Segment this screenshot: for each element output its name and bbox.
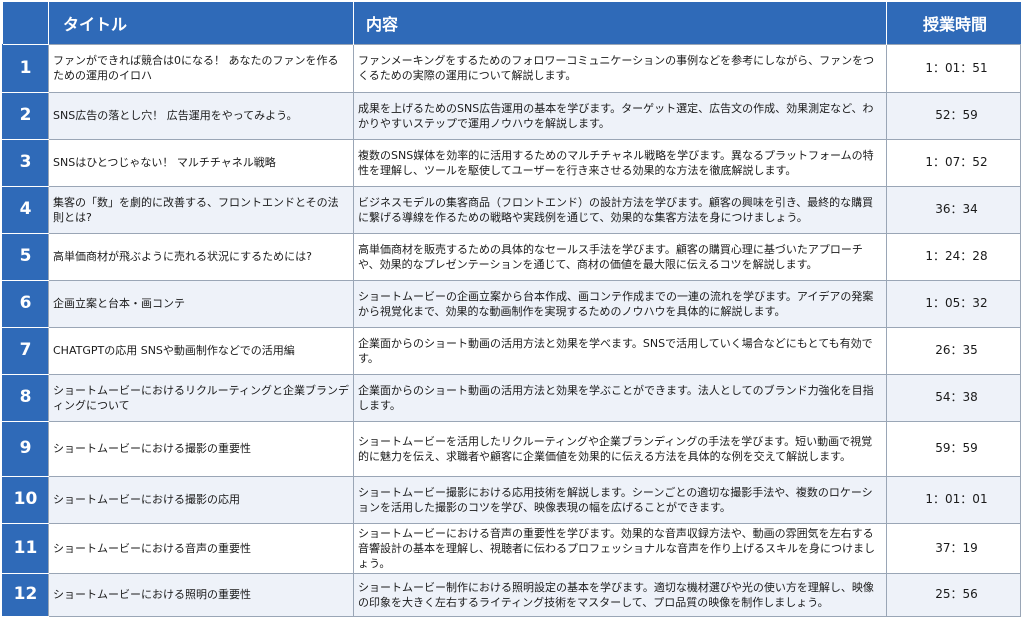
row-content: ビジネスモデルの集客商品（フロントエンド）の設計方法を学びます。顧客の興味を引き… — [353, 185, 887, 234]
header-duration: 授業時間 — [886, 2, 1021, 44]
row-title: SNSはひとつじゃない！ マルチチャネル戦略 — [48, 138, 354, 187]
row-title: ショートムービーにおける撮影の応用 — [48, 475, 354, 524]
row-duration: 36：34 — [886, 185, 1021, 234]
row-duration: 1：01：01 — [886, 475, 1021, 524]
row-title: 高単価商材が飛ぶように売れる状況にするためには? — [48, 232, 354, 281]
course-table: タイトル 内容 授業時間 1 ファンができれば競合は0になる！ あなたのファンを作… — [2, 2, 1021, 617]
row-duration: 26：35 — [886, 326, 1021, 375]
row-number: 6 — [2, 279, 49, 328]
table-row: 9 ショートムービーにおける撮影の重要性 ショートムービーを活用したリクルーティング… — [2, 420, 1021, 477]
row-title: CHATGPTの応用 SNSや動画制作などでの活用編 — [48, 326, 354, 375]
row-duration: 37：19 — [886, 522, 1021, 574]
row-duration: 1：05：32 — [886, 279, 1021, 328]
row-title: 企画立案と台本・画コンテ — [48, 279, 354, 328]
table-row: 5 高単価商材が飛ぶように売れる状況にするためには? 高単価商材を販売するための具体… — [2, 232, 1021, 281]
row-number: 5 — [2, 232, 49, 281]
table-header-row: タイトル 内容 授業時間 — [2, 2, 1021, 44]
row-content: ショートムービーにおける音声の重要性を学びます。効果的な音声収録方法や、動画の雰… — [353, 522, 887, 574]
row-title: ショートムービーにおける撮影の重要性 — [48, 420, 354, 477]
table-row: 3 SNSはひとつじゃない！ マルチチャネル戦略 複数のSNS媒体を効率的に活用する… — [2, 138, 1021, 187]
row-number: 1 — [2, 43, 49, 93]
header-content: 内容 — [353, 2, 887, 44]
row-content: ショートムービーを活用したリクルーティングや企業ブランディングの手法を学びます。… — [353, 420, 887, 477]
table-body: 1 ファンができれば競合は0になる！ あなたのファンを作るための運用のイロハ ファン… — [2, 43, 1021, 617]
row-content: ファンメーキングをするためのフォロワーコミュニケーションの事例などを参考にしなが… — [353, 43, 887, 93]
row-number: 12 — [2, 572, 49, 617]
table-row: 4 集客の「数」を劇的に改善する、フロントエンドとその法則とは? ビジネスモデルの集… — [2, 185, 1021, 234]
table-row: 7 CHATGPTの応用 SNSや動画制作などでの活用編 企業面からのショート動画の… — [2, 326, 1021, 375]
row-number: 10 — [2, 475, 49, 524]
table-row: 2 SNS広告の落とし穴！ 広告運用をやってみよう。 成果を上げるためのSNS広告運… — [2, 91, 1021, 140]
table-row: 6 企画立案と台本・画コンテ ショートムービーの企画立案から台本作成、画コンテ作成ま… — [2, 279, 1021, 328]
row-number: 4 — [2, 185, 49, 234]
header-title: タイトル — [48, 2, 354, 44]
row-title: SNS広告の落とし穴！ 広告運用をやってみよう。 — [48, 91, 354, 140]
row-content: 企業面からのショート動画の活用方法と効果を学べます。SNSで活用していく場合など… — [353, 326, 887, 375]
header-number-cell — [2, 2, 49, 44]
table-row: 12 ショートムービーにおける照明の重要性 ショートムービー制作における照明設定の基… — [2, 572, 1021, 617]
row-title: 集客の「数」を劇的に改善する、フロントエンドとその法則とは? — [48, 185, 354, 234]
row-title: ショートムービーにおける音声の重要性 — [48, 522, 354, 574]
row-duration: 54：38 — [886, 373, 1021, 422]
row-duration: 59：59 — [886, 420, 1021, 477]
row-duration: 52：59 — [886, 91, 1021, 140]
row-number: 7 — [2, 326, 49, 375]
row-content: 複数のSNS媒体を効率的に活用するためのマルチチャネル戦略を学びます。異なるプラ… — [353, 138, 887, 187]
row-number: 3 — [2, 138, 49, 187]
row-content: ショートムービー撮影における応用技術を解説します。シーンごとの適切な撮影手法や、… — [353, 475, 887, 524]
table-row: 8 ショートムービーにおけるリクルーティングと企業ブランディングについて 企業面から… — [2, 373, 1021, 422]
row-number: 8 — [2, 373, 49, 422]
row-duration: 1：24：28 — [886, 232, 1021, 281]
row-number: 11 — [2, 522, 49, 574]
row-duration: 25：56 — [886, 572, 1021, 617]
row-title: ショートムービーにおけるリクルーティングと企業ブランディングについて — [48, 373, 354, 422]
table-row: 1 ファンができれば競合は0になる！ あなたのファンを作るための運用のイロハ ファン… — [2, 43, 1021, 93]
row-duration: 1：07：52 — [886, 138, 1021, 187]
table-row: 10 ショートムービーにおける撮影の応用 ショートムービー撮影における応用技術を解説… — [2, 475, 1021, 524]
row-content: ショートムービー制作における照明設定の基本を学びます。適切な機材選びや光の使い方… — [353, 572, 887, 617]
row-content: 高単価商材を販売するための具体的なセールス手法を学びます。顧客の購買心理に基づい… — [353, 232, 887, 281]
row-number: 9 — [2, 420, 49, 477]
row-duration: 1：01：51 — [886, 43, 1021, 93]
row-number: 2 — [2, 91, 49, 140]
row-content: 企業面からのショート動画の活用方法と効果を学ぶことができます。法人としてのブラン… — [353, 373, 887, 422]
row-title: ファンができれば競合は0になる！ あなたのファンを作るための運用のイロハ — [48, 43, 354, 93]
row-content: ショートムービーの企画立案から台本作成、画コンテ作成までの一連の流れを学びます。… — [353, 279, 887, 328]
row-content: 成果を上げるためのSNS広告運用の基本を学びます。ターゲット選定、広告文の作成、… — [353, 91, 887, 140]
table-row: 11 ショートムービーにおける音声の重要性 ショートムービーにおける音声の重要性を学… — [2, 522, 1021, 574]
row-title: ショートムービーにおける照明の重要性 — [48, 572, 354, 617]
